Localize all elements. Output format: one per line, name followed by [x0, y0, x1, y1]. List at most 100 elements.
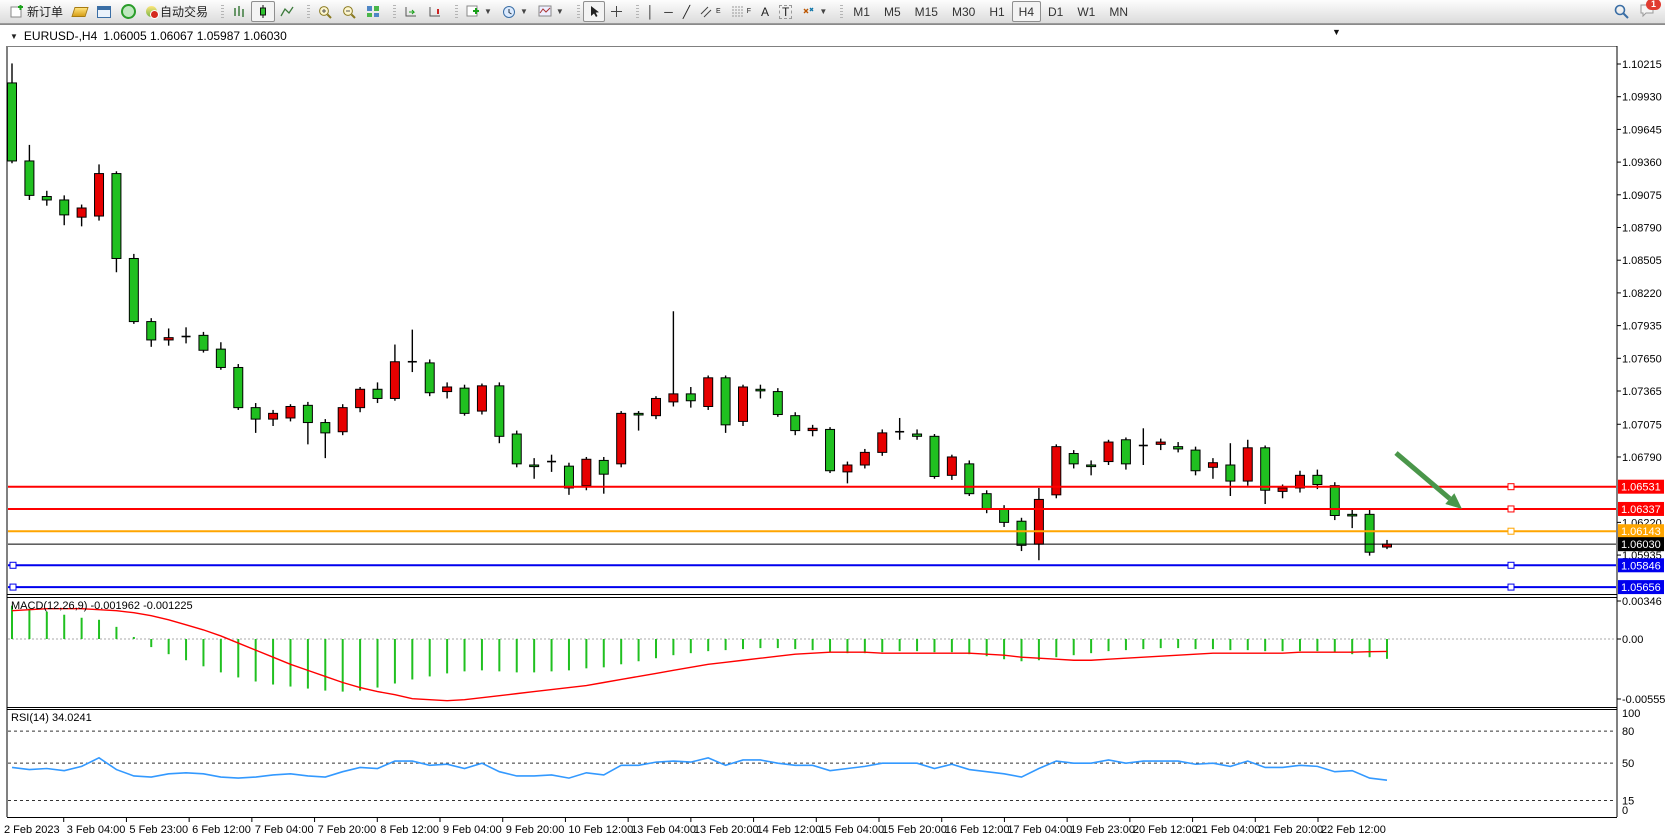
tab-timeframe-m30[interactable]: M30	[945, 1, 982, 22]
tab-timeframe-mn[interactable]: MN	[1102, 1, 1135, 22]
candle	[216, 342, 225, 370]
search-icon[interactable]	[1614, 4, 1629, 19]
candle	[1104, 440, 1113, 465]
vertical-line-tool[interactable]: │	[642, 1, 660, 22]
arrows-tool[interactable]: ▼	[797, 1, 832, 22]
line-handle[interactable]	[1508, 562, 1514, 568]
price-axis-tick: 1.09930	[1622, 92, 1662, 104]
tile-windows-button[interactable]	[361, 1, 385, 22]
auto-trading-label: 自动交易	[160, 3, 208, 20]
clock-icon	[502, 5, 516, 19]
window-icon	[97, 6, 111, 18]
line-handle[interactable]	[1508, 506, 1514, 512]
chart-menu-dropdown[interactable]: ▼	[10, 32, 18, 41]
candle	[704, 376, 713, 410]
candle	[1365, 510, 1374, 556]
chart-type-group	[216, 1, 302, 23]
fibonacci-tool[interactable]: F	[726, 1, 756, 22]
notifications-button[interactable]: 1	[1639, 3, 1655, 21]
price-axis-tick: 1.07365	[1622, 386, 1662, 398]
trendline-tool[interactable]: ╱	[678, 1, 695, 22]
chart-shift-button[interactable]	[423, 1, 447, 22]
candle	[182, 327, 191, 343]
data-window-button[interactable]	[92, 1, 116, 22]
market-watch-button[interactable]	[68, 1, 92, 22]
price-label: 1.06143	[1621, 526, 1661, 538]
candle	[164, 328, 173, 345]
signals-button[interactable]	[116, 1, 141, 22]
chart-canvas[interactable]: 1.102151.099301.096451.093601.090751.087…	[0, 46, 1665, 840]
horizontal-line-tool[interactable]: ─	[659, 1, 678, 22]
line-handle[interactable]	[10, 584, 16, 590]
crosshair-button[interactable]	[605, 1, 628, 22]
price-axis-tick: 1.08505	[1622, 255, 1662, 267]
macd-label: MACD(12,26,9) -0.001962 -0.001225	[11, 600, 193, 612]
candle	[408, 330, 417, 372]
new-order-button[interactable]: 新订单	[5, 1, 68, 22]
candle	[60, 195, 69, 225]
line-chart-button[interactable]	[275, 1, 299, 22]
line-handle[interactable]	[1508, 528, 1514, 534]
arrow-annotation[interactable]	[1396, 453, 1450, 499]
candle	[1034, 488, 1043, 560]
indicators-button[interactable]: ▼	[461, 1, 497, 22]
time-axis-label: 9 Feb 20:00	[506, 824, 565, 836]
price-axis-tick: 1.08220	[1622, 288, 1662, 300]
channel-tool-sub: E	[716, 8, 721, 15]
chevron-down-icon: ▼	[819, 7, 827, 16]
candle	[373, 382, 382, 403]
tab-timeframe-h4[interactable]: H4	[1012, 1, 1041, 22]
bar-chart-button[interactable]	[227, 1, 251, 22]
candle	[25, 145, 34, 200]
candle	[269, 410, 278, 426]
auto-trading-button[interactable]: 自动交易	[141, 1, 213, 22]
chart-shift-marker[interactable]: ▼	[1332, 27, 1341, 37]
timeframe-group: M1M5M15M30H1H4D1W1MN	[835, 1, 1138, 23]
candlestick-icon	[256, 5, 270, 18]
line-handle[interactable]	[1508, 484, 1514, 490]
candle	[1348, 509, 1357, 529]
channel-tool[interactable]: E	[695, 1, 726, 22]
auto-scroll-button[interactable]	[399, 1, 423, 22]
tab-timeframe-m1[interactable]: M1	[846, 1, 877, 22]
cursor-button[interactable]	[583, 1, 605, 22]
tab-timeframe-h1[interactable]: H1	[982, 1, 1011, 22]
time-axis-label: 6 Feb 12:00	[192, 824, 251, 836]
zoom-in-button[interactable]	[313, 1, 337, 22]
candle	[460, 385, 469, 416]
time-axis-label: 19 Feb 23:00	[1070, 824, 1135, 836]
chart-ohlc-values: 1.06005 1.06067 1.05987 1.06030	[103, 29, 287, 43]
time-axis-label: 21 Feb 20:00	[1258, 824, 1323, 836]
candle	[651, 396, 660, 419]
candle	[286, 404, 295, 421]
time-axis-label: 20 Feb 12:00	[1133, 824, 1198, 836]
rsi-axis-tick: 80	[1622, 726, 1634, 738]
candle	[42, 191, 51, 206]
candle	[425, 359, 434, 396]
templates-button[interactable]: ▼	[533, 1, 569, 22]
line-handle[interactable]	[1508, 584, 1514, 590]
label-tool[interactable]: T	[774, 1, 797, 22]
candle	[547, 455, 556, 472]
candle	[512, 431, 521, 468]
chevron-down-icon: ▼	[556, 7, 564, 16]
tab-timeframe-m5[interactable]: M5	[877, 1, 908, 22]
candle	[1156, 439, 1165, 450]
chart-symbol-title: EURUSD-,H4	[24, 29, 97, 43]
time-axis-label: 9 Feb 04:00	[443, 824, 502, 836]
candlestick-chart-button[interactable]	[251, 1, 275, 22]
time-axis-label: 14 Feb 12:00	[757, 824, 822, 836]
tab-timeframe-m15[interactable]: M15	[908, 1, 945, 22]
trendline-icon: ╱	[683, 6, 690, 18]
line-handle[interactable]	[10, 562, 16, 568]
candle	[1295, 471, 1304, 493]
text-tool[interactable]: A	[756, 1, 774, 22]
tab-timeframe-w1[interactable]: W1	[1070, 1, 1102, 22]
periods-button[interactable]: ▼	[497, 1, 533, 22]
price-label: 1.05846	[1621, 560, 1661, 572]
price-axis-tick: 1.10215	[1622, 59, 1662, 71]
tab-timeframe-d1[interactable]: D1	[1041, 1, 1070, 22]
time-axis[interactable]: 2 Feb 20233 Feb 04:005 Feb 23:006 Feb 12…	[4, 817, 1386, 836]
rsi-pane: RSI(14) 34.02411008050150	[8, 708, 1640, 817]
zoom-out-button[interactable]	[337, 1, 361, 22]
